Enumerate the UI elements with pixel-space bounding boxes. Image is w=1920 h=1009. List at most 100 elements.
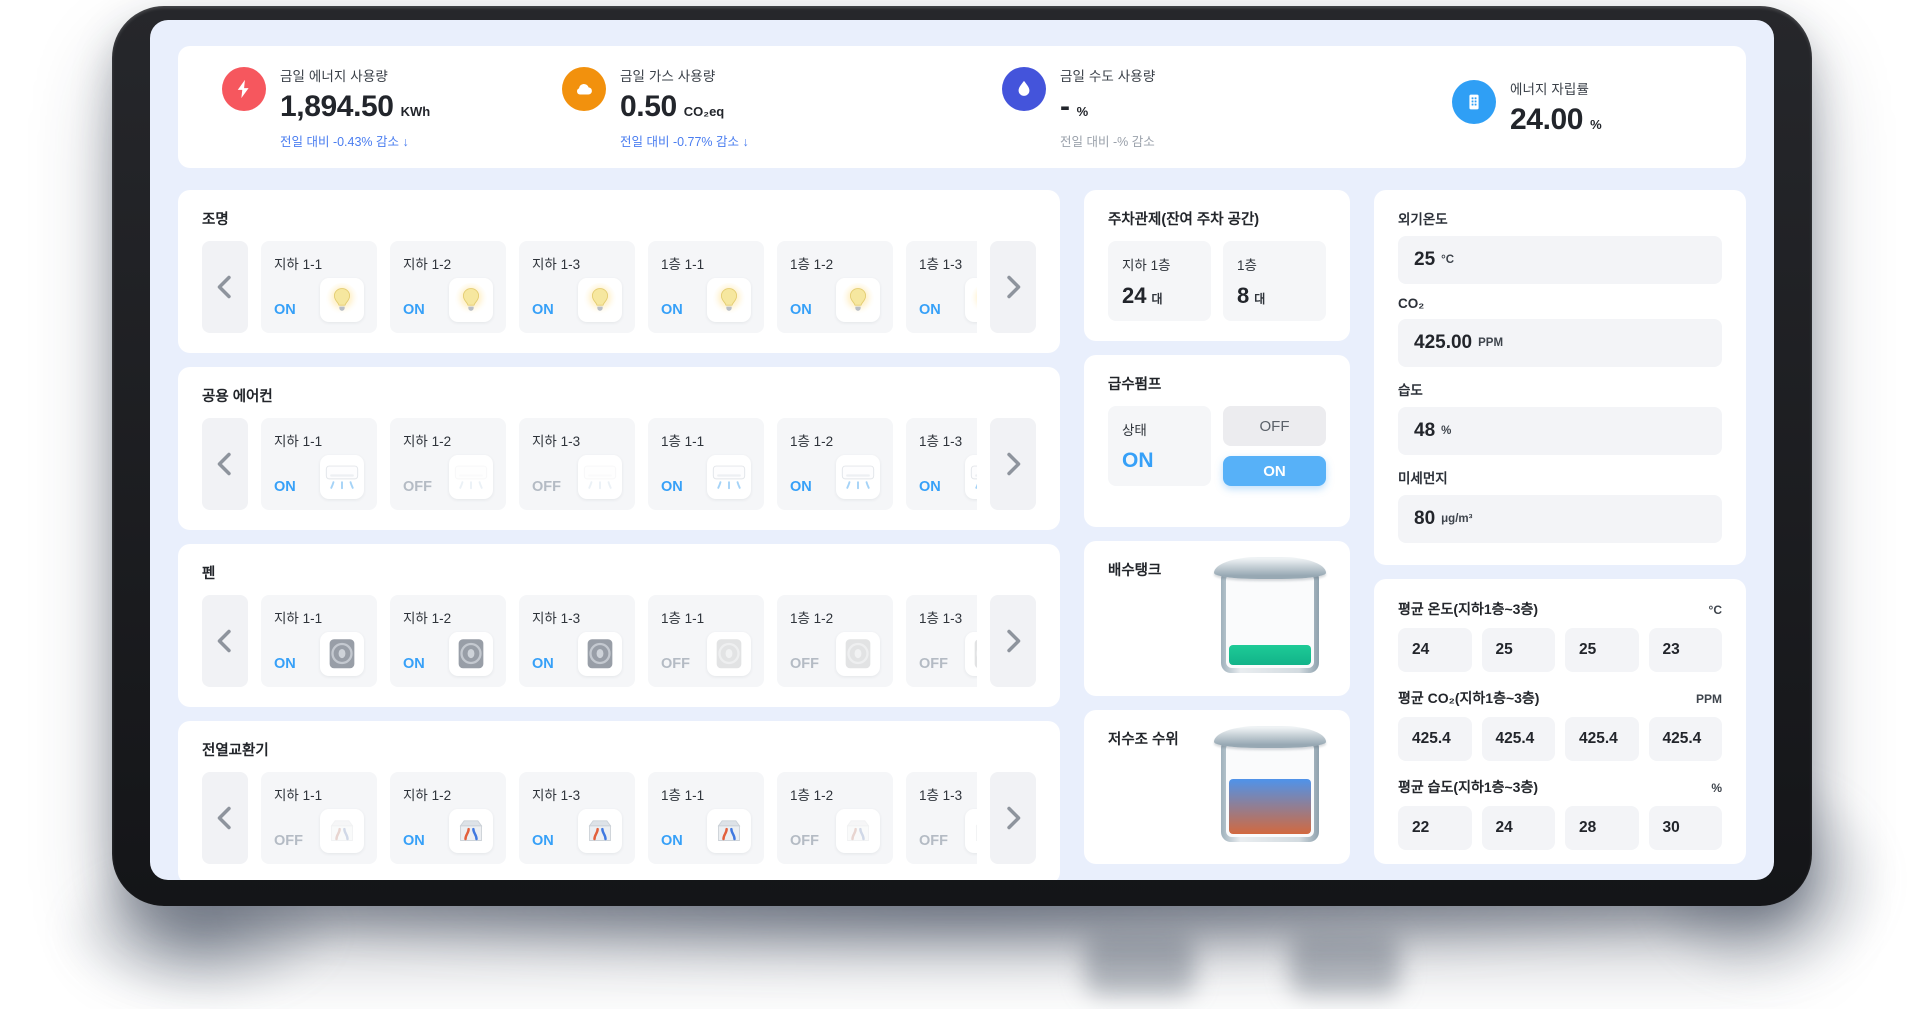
kpi-unit: KWh bbox=[400, 103, 431, 119]
panel-title: 급수펌프 bbox=[1108, 377, 1162, 393]
tank-body bbox=[1221, 737, 1319, 842]
device-name: 지하 1-2 bbox=[403, 257, 452, 272]
heat-exchanger-icon bbox=[707, 809, 751, 853]
avg-unit: PPM bbox=[1695, 692, 1722, 706]
bulb-icon bbox=[836, 278, 880, 322]
ac-carousel: 지하 1-1 ON 지하 1-2 OFF 지하 1-3 OFF 1층 1-1 O… bbox=[202, 418, 1036, 510]
device-card-light[interactable]: 지하 1-1 ON bbox=[261, 241, 377, 333]
avg-value-box: 22 bbox=[1398, 806, 1472, 850]
slot-unit: 대 bbox=[1151, 292, 1163, 306]
kpi-unit: CO₂eq bbox=[683, 103, 725, 119]
device-card-heat-exchanger[interactable]: 1층 1-1 ON bbox=[648, 772, 764, 864]
device-name: 1층 1-2 bbox=[790, 611, 834, 626]
avg-value-box: 25 bbox=[1565, 628, 1639, 672]
panel-reservoir-level: 저수조 수위 bbox=[1084, 709, 1350, 864]
device-card-light[interactable]: 지하 1-2 ON bbox=[390, 241, 506, 333]
device-card-ac[interactable]: 1층 1-3 ON bbox=[906, 418, 977, 510]
panel-title: 저수조 수위 bbox=[1108, 731, 1179, 748]
slot-name: 1층 bbox=[1237, 258, 1257, 273]
kpi-text: 금일 가스 사용량 0.50 CO₂eq 전일 대비 -0.77% 감소 ↓ bbox=[620, 65, 749, 150]
device-card-fan[interactable]: 1층 1-1 OFF bbox=[648, 595, 764, 687]
device-name: 지하 1-2 bbox=[403, 434, 452, 449]
device-card-fan[interactable]: 지하 1-2 ON bbox=[390, 595, 506, 687]
carousel-next-button[interactable] bbox=[990, 772, 1036, 864]
avg-label: 평균 습도(지하1층~3층) bbox=[1398, 779, 1539, 795]
device-name: 1층 1-1 bbox=[661, 788, 705, 803]
kpi-value: - bbox=[1060, 89, 1070, 123]
carousel-next-button[interactable] bbox=[990, 241, 1036, 333]
pump-on-button[interactable]: ON bbox=[1223, 456, 1326, 486]
carousel-prev-button[interactable] bbox=[202, 772, 248, 864]
device-name: 1층 1-3 bbox=[919, 788, 963, 803]
env-label: CO₂ bbox=[1398, 296, 1425, 311]
bulb-icon bbox=[965, 278, 977, 322]
avg-value-box: 425.4 bbox=[1565, 717, 1639, 761]
ac-icon bbox=[320, 455, 364, 499]
device-card-light[interactable]: 1층 1-2 ON bbox=[777, 241, 893, 333]
carousel-prev-button[interactable] bbox=[202, 595, 248, 687]
panel-drain-tank: 배수탱크 bbox=[1084, 541, 1350, 696]
device-card-ac[interactable]: 지하 1-2 OFF bbox=[390, 418, 506, 510]
building-icon bbox=[1452, 79, 1496, 124]
carousel-prev-button[interactable] bbox=[202, 418, 248, 510]
device-card-heat-exchanger[interactable]: 지하 1-2 ON bbox=[390, 772, 506, 864]
device-column: 조명 지하 1-1 ON 지하 1-2 ON 지하 1-3 ON 1층 1-1 … bbox=[178, 190, 1060, 880]
heat-exchanger-carousel: 지하 1-1 OFF 지하 1-2 ON 지하 1-3 ON 1층 1-1 ON… bbox=[202, 772, 1036, 864]
pump-off-button[interactable]: OFF bbox=[1223, 406, 1326, 446]
device-status: ON bbox=[403, 302, 425, 318]
avg-value-box: 24 bbox=[1398, 628, 1472, 672]
device-card-fan[interactable]: 지하 1-3 ON bbox=[519, 595, 635, 687]
device-card-fan[interactable]: 1층 1-3 OFF bbox=[906, 595, 977, 687]
ac-icon bbox=[578, 455, 622, 499]
env-value: 48 bbox=[1414, 420, 1436, 441]
carousel-viewport: 지하 1-1 ON 지하 1-2 ON bbox=[261, 595, 977, 687]
carousel-prev-button[interactable] bbox=[202, 241, 248, 333]
page: 금일 에너지 사용량 1,894.50 KWh 전일 대비 -0.43% 감소 … bbox=[0, 0, 1920, 1009]
device-card-heat-exchanger[interactable]: 지하 1-3 ON bbox=[519, 772, 635, 864]
slot-value: 8 bbox=[1237, 283, 1250, 308]
bulb-icon bbox=[578, 278, 622, 322]
device-name: 지하 1-1 bbox=[274, 611, 323, 626]
pump-state-value: ON bbox=[1122, 449, 1154, 472]
kpi-title: 금일 에너지 사용량 bbox=[280, 68, 388, 84]
device-card-light[interactable]: 지하 1-3 ON bbox=[519, 241, 635, 333]
panel-heat-exchanger: 전열교환기 지하 1-1 OFF 지하 1-2 ON 지하 1-3 ON 1층 … bbox=[178, 721, 1060, 880]
device-card-heat-exchanger[interactable]: 지하 1-1 OFF bbox=[261, 772, 377, 864]
device-card-heat-exchanger[interactable]: 1층 1-2 OFF bbox=[777, 772, 893, 864]
lighting-carousel: 지하 1-1 ON 지하 1-2 ON 지하 1-3 ON 1층 1-1 ON … bbox=[202, 241, 1036, 333]
device-card-ac[interactable]: 지하 1-1 ON bbox=[261, 418, 377, 510]
panel-lighting: 조명 지하 1-1 ON 지하 1-2 ON 지하 1-3 ON 1층 1-1 … bbox=[178, 190, 1060, 353]
avg-value-box: 28 bbox=[1565, 806, 1639, 850]
device-status: ON bbox=[274, 302, 296, 318]
kpi-energy-usage: 금일 에너지 사용량 1,894.50 KWh 전일 대비 -0.43% 감소 … bbox=[222, 65, 562, 150]
carousel-next-button[interactable] bbox=[990, 418, 1036, 510]
avg-value-box: 30 bbox=[1648, 806, 1722, 850]
device-name: 지하 1-1 bbox=[274, 788, 323, 803]
env-unit: % bbox=[1441, 425, 1452, 437]
fan-icon bbox=[707, 632, 751, 676]
kpi-summary-bar: 금일 에너지 사용량 1,894.50 KWh 전일 대비 -0.43% 감소 … bbox=[178, 46, 1746, 168]
panel-environment: 외기온도 25 °C CO₂ 425.00 PPM 습도 48 % 미세먼지 8… bbox=[1374, 190, 1746, 565]
lightning-icon bbox=[222, 66, 266, 111]
avg-temperature-row: 평균 온도(지하1층~3층) °C 24 25 25 23 bbox=[1398, 599, 1722, 672]
drain-tank-gauge bbox=[1214, 557, 1326, 673]
env-value: 80 bbox=[1414, 508, 1436, 529]
device-card-light[interactable]: 1층 1-3 ON bbox=[906, 241, 977, 333]
device-name: 1층 1-1 bbox=[661, 434, 705, 449]
kpi-value: 1,894.50 bbox=[280, 89, 394, 123]
device-card-light[interactable]: 1층 1-1 ON bbox=[648, 241, 764, 333]
kpi-water-usage: 금일 수도 사용량 - % 전일 대비 -% 감소 bbox=[1002, 65, 1452, 150]
fan-icon bbox=[449, 632, 493, 676]
device-card-fan[interactable]: 1층 1-2 OFF bbox=[777, 595, 893, 687]
panel-title: 펜 bbox=[202, 566, 216, 582]
device-card-fan[interactable]: 지하 1-1 ON bbox=[261, 595, 377, 687]
device-card-ac[interactable]: 지하 1-3 OFF bbox=[519, 418, 635, 510]
device-card-ac[interactable]: 1층 1-2 ON bbox=[777, 418, 893, 510]
device-card-heat-exchanger[interactable]: 1층 1-3 OFF bbox=[906, 772, 977, 864]
carousel-next-button[interactable] bbox=[990, 595, 1036, 687]
device-name: 지하 1-3 bbox=[532, 611, 581, 626]
device-card-ac[interactable]: 1층 1-1 ON bbox=[648, 418, 764, 510]
tablet-frame: 금일 에너지 사용량 1,894.50 KWh 전일 대비 -0.43% 감소 … bbox=[112, 6, 1812, 906]
device-name: 1층 1-1 bbox=[661, 611, 705, 626]
kpi-unit: % bbox=[1076, 103, 1089, 119]
